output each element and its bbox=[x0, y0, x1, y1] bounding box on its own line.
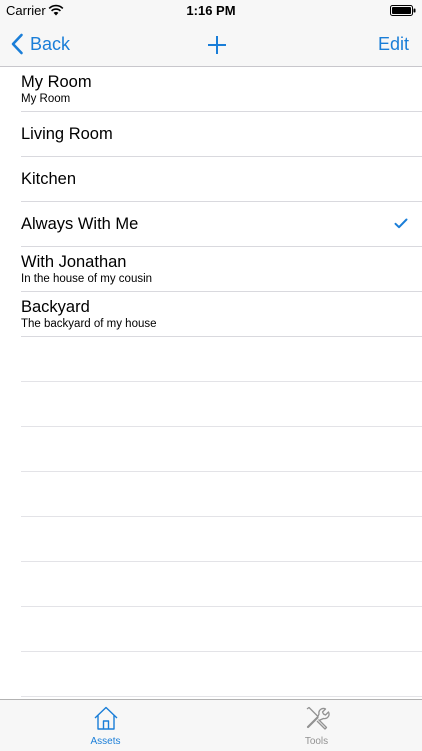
tab-bar: Assets Tools bbox=[0, 699, 422, 751]
empty-row bbox=[21, 337, 422, 382]
empty-row bbox=[21, 652, 422, 697]
add-icon[interactable] bbox=[206, 34, 228, 56]
empty-row bbox=[21, 472, 422, 517]
tools-icon bbox=[306, 706, 330, 730]
room-row-living-room[interactable]: Living Room bbox=[21, 112, 422, 157]
room-subtitle: The backyard of my house bbox=[21, 318, 157, 330]
tab-label: Assets bbox=[90, 736, 121, 747]
empty-row bbox=[21, 517, 422, 562]
empty-row bbox=[21, 427, 422, 472]
room-title: With Jonathan bbox=[21, 253, 127, 271]
room-title: Backyard bbox=[21, 298, 90, 316]
room-row-kitchen[interactable]: Kitchen bbox=[21, 157, 422, 202]
back-label: Back bbox=[30, 34, 71, 54]
room-list: My Room My Room Living Room Kitchen Alwa… bbox=[0, 67, 422, 698]
clock-label: 1:16 PM bbox=[186, 3, 236, 18]
room-row-my-room[interactable]: My Room My Room bbox=[21, 67, 422, 112]
back-chevron-icon bbox=[11, 33, 23, 55]
room-title: Always With Me bbox=[21, 215, 139, 233]
status-bar: Carrier 1:16 PM bbox=[0, 0, 422, 22]
room-subtitle: My Room bbox=[21, 93, 71, 105]
checkmark-icon bbox=[394, 218, 408, 229]
room-row-always-with-me[interactable]: Always With Me bbox=[21, 202, 422, 247]
battery-icon bbox=[390, 5, 416, 16]
tab-tools[interactable]: Tools bbox=[211, 700, 422, 751]
room-row-backyard[interactable]: Backyard The backyard of my house bbox=[21, 292, 422, 337]
room-subtitle: In the house of my cousin bbox=[21, 273, 153, 285]
tab-assets[interactable]: Assets bbox=[0, 700, 211, 751]
room-title: Living Room bbox=[21, 125, 113, 143]
room-title: Kitchen bbox=[21, 170, 77, 188]
edit-button[interactable]: Edit bbox=[378, 33, 409, 55]
navigation-bar: Back Edit bbox=[0, 22, 422, 67]
empty-row bbox=[21, 382, 422, 427]
house-icon bbox=[94, 706, 118, 730]
room-row-with-jonathan[interactable]: With Jonathan In the house of my cousin bbox=[21, 247, 422, 292]
room-title: My Room bbox=[21, 73, 92, 91]
empty-row bbox=[21, 607, 422, 652]
empty-row bbox=[21, 562, 422, 607]
back-button[interactable]: Back bbox=[10, 32, 70, 56]
tab-label: Tools bbox=[304, 736, 329, 747]
